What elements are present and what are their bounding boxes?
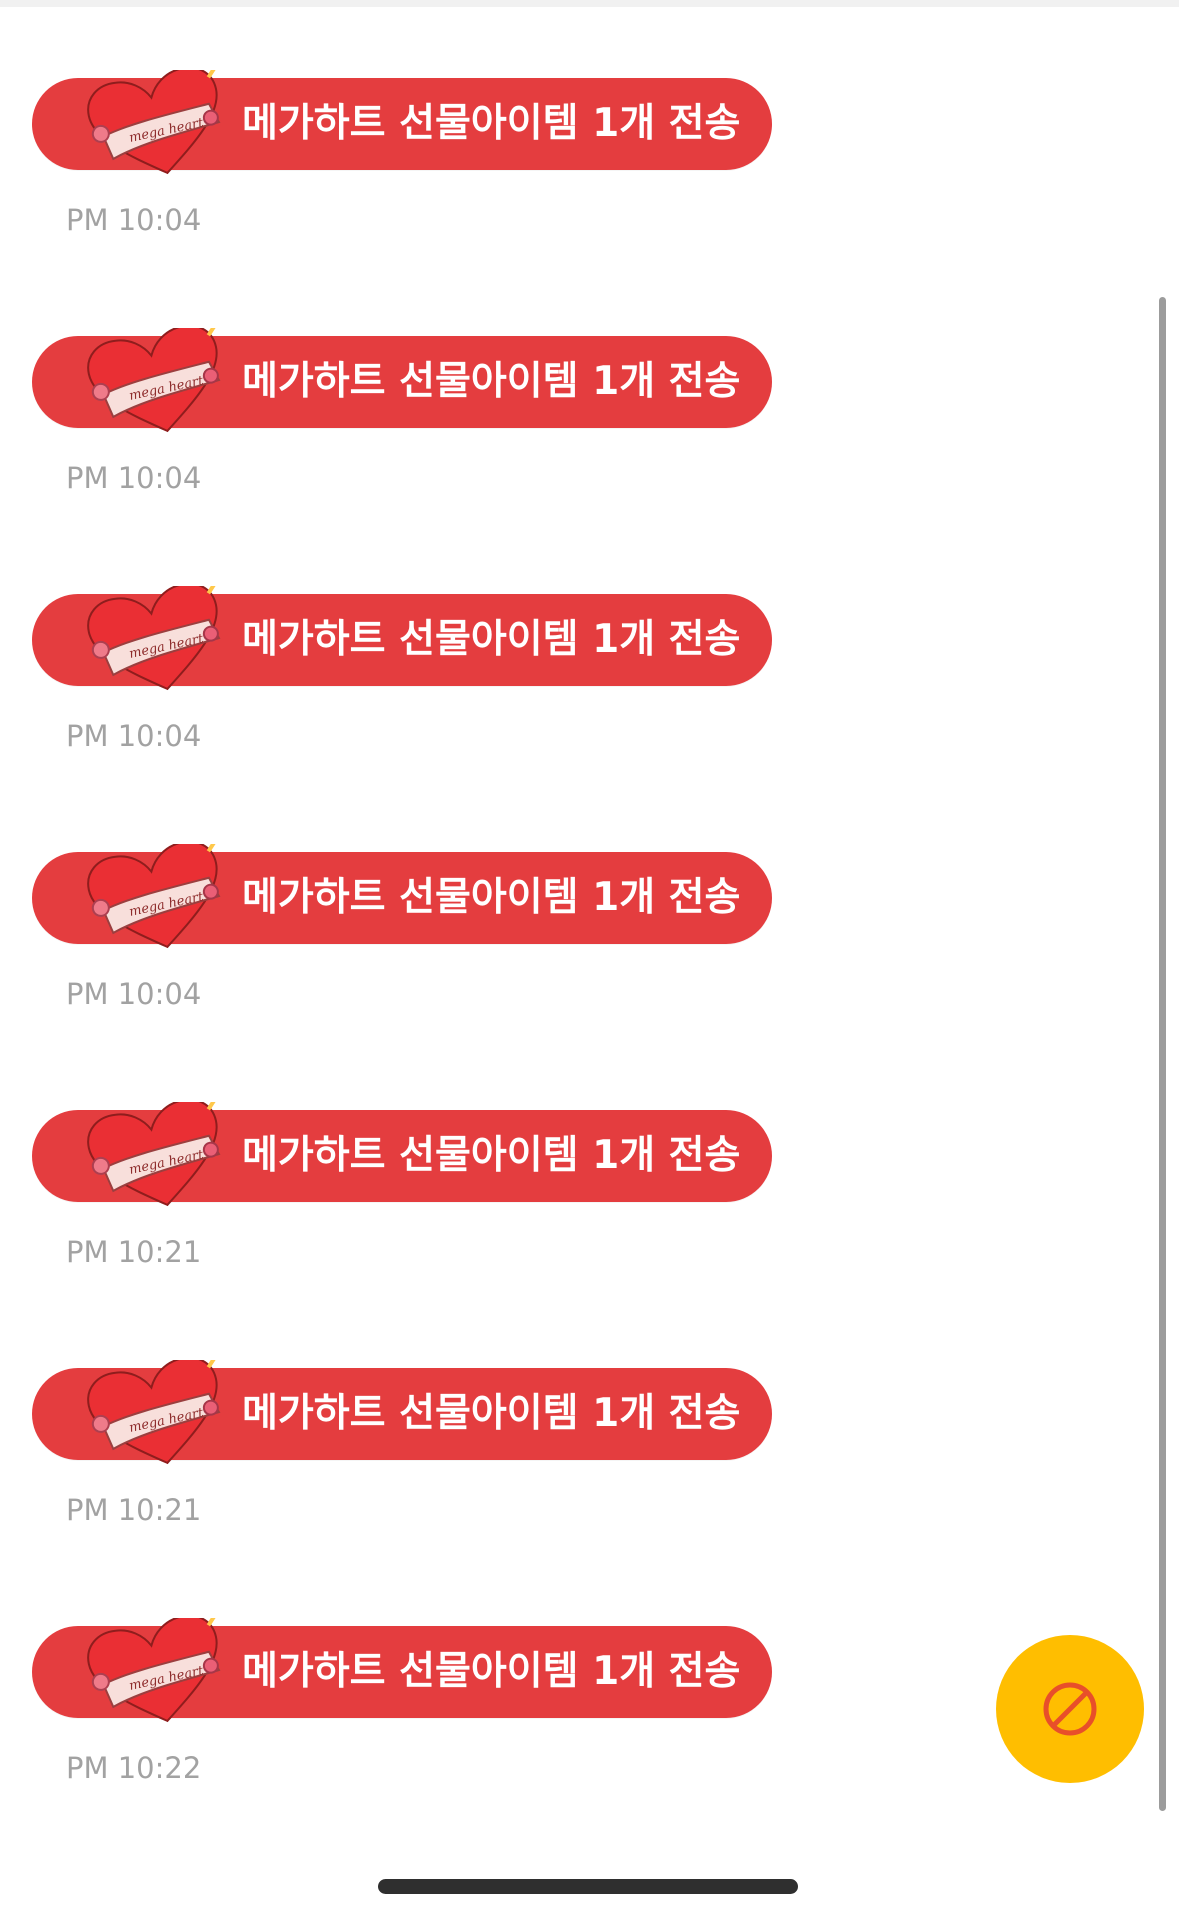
gift-bubble[interactable]: mega heart 메가하트 선물아이템 1개 전송 <box>32 1102 772 1207</box>
message-timestamp: PM 10:04 <box>66 203 202 237</box>
message-timestamp: PM 10:21 <box>66 1235 202 1269</box>
gift-bubble[interactable]: mega heart 메가하트 선물아이템 1개 전송 <box>32 1360 772 1465</box>
mega-heart-sticker-icon: mega heart <box>87 1102 221 1207</box>
gift-bubble[interactable]: mega heart 메가하트 선물아이템 1개 전송 <box>32 1618 772 1723</box>
gift-message-label: 메가하트 선물아이템 1개 전송 <box>242 617 741 662</box>
gift-message-label: 메가하트 선물아이템 1개 전송 <box>242 1391 741 1436</box>
gift-message: mega heart 메가하트 선물아이템 1개 전송 PM 10:04 <box>0 258 900 495</box>
mega-heart-sticker-icon: mega heart <box>87 586 221 691</box>
gift-bubble[interactable]: mega heart 메가하트 선물아이템 1개 전송 <box>32 328 772 433</box>
gift-bubble[interactable]: mega heart 메가하트 선물아이템 1개 전송 <box>32 586 772 691</box>
gift-message-label: 메가하트 선물아이템 1개 전송 <box>242 875 741 920</box>
gift-message: mega heart 메가하트 선물아이템 1개 전송 PM 10:04 <box>0 516 900 753</box>
message-timestamp: PM 10:21 <box>66 1493 202 1527</box>
gift-message: mega heart 메가하트 선물아이템 1개 전송 PM 10:21 <box>0 1032 900 1269</box>
mega-heart-sticker-icon: mega heart <box>87 328 221 433</box>
mega-heart-sticker-icon: mega heart <box>87 1360 221 1465</box>
gift-message-label: 메가하트 선물아이템 1개 전송 <box>242 359 741 404</box>
message-list[interactable]: mega heart 메가하트 선물아이템 1개 전송 PM 10:04 meg… <box>0 0 1179 1924</box>
gift-message-label: 메가하트 선물아이템 1개 전송 <box>242 101 741 146</box>
message-timestamp: PM 10:04 <box>66 977 202 1011</box>
gift-message: mega heart 메가하트 선물아이템 1개 전송 PM 10:04 <box>0 0 900 237</box>
block-button[interactable] <box>996 1635 1144 1783</box>
message-timestamp: PM 10:04 <box>66 461 202 495</box>
message-timestamp: PM 10:22 <box>66 1751 202 1785</box>
gift-message: mega heart 메가하트 선물아이템 1개 전송 PM 10:22 <box>0 1548 900 1785</box>
gift-message: mega heart 메가하트 선물아이템 1개 전송 PM 10:21 <box>0 1290 900 1527</box>
message-timestamp: PM 10:04 <box>66 719 202 753</box>
gift-message-label: 메가하트 선물아이템 1개 전송 <box>242 1649 741 1694</box>
gift-message-label: 메가하트 선물아이템 1개 전송 <box>242 1133 741 1178</box>
mega-heart-sticker-icon: mega heart <box>87 844 221 949</box>
mega-heart-sticker-icon: mega heart <box>87 70 221 175</box>
scrollbar-thumb[interactable] <box>1159 297 1166 1811</box>
prohibited-icon <box>1043 1682 1097 1736</box>
home-indicator[interactable] <box>378 1879 798 1894</box>
gift-bubble[interactable]: mega heart 메가하트 선물아이템 1개 전송 <box>32 844 772 949</box>
mega-heart-sticker-icon: mega heart <box>87 1618 221 1723</box>
gift-message: mega heart 메가하트 선물아이템 1개 전송 PM 10:04 <box>0 774 900 1011</box>
gift-bubble[interactable]: mega heart 메가하트 선물아이템 1개 전송 <box>32 70 772 175</box>
